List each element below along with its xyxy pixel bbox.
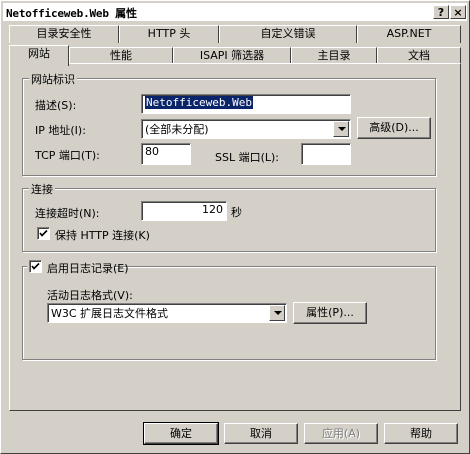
keepalive-label: 保持 HTTP 连接(K) <box>55 229 150 242</box>
description-input[interactable]: Netofficeweb.Web <box>141 94 351 114</box>
advanced-button[interactable]: 高级(D)... <box>357 117 431 139</box>
close-icon[interactable]: × <box>450 5 466 19</box>
help-button[interactable]: 帮助 <box>384 423 458 444</box>
log-format-dropdown[interactable]: W3C 扩展日志文件格式 <box>47 303 287 323</box>
title-bar[interactable]: Netofficeweb.Web 属性 ? × <box>3 3 467 21</box>
tab-website[interactable]: 网站 <box>9 45 69 66</box>
enable-logging-label: 启用日志记录(E) <box>47 262 129 275</box>
log-properties-button[interactable]: 属性(P)... <box>293 302 367 324</box>
connection-legend: 连接 <box>29 181 55 197</box>
tab-custom-errors[interactable]: 自定义错误 <box>219 25 357 43</box>
tab-directory-security[interactable]: 目录安全性 <box>9 25 119 43</box>
ip-address-dropdown[interactable]: (全部未分配) <box>141 119 351 139</box>
site-identification-legend: 网站标识 <box>29 71 77 87</box>
tcp-port-input[interactable]: 80 <box>141 143 191 165</box>
ip-address-label: IP 地址(I): <box>35 124 86 137</box>
keepalive-checkbox[interactable] <box>37 227 50 240</box>
connection-group: 连接 连接超时(N): 120 秒 保持 HTTP 连接(K) <box>22 181 436 252</box>
seconds-unit: 秒 <box>231 206 242 219</box>
ssl-port-input[interactable] <box>301 143 351 165</box>
cancel-button[interactable]: 取消 <box>224 423 298 444</box>
ssl-port-label: SSL 端口(L): <box>215 151 280 164</box>
window-title: Netofficeweb.Web 属性 <box>6 7 137 20</box>
website-tab-panel: 网站标识 描述(S): Netofficeweb.Web IP 地址(I): (… <box>9 63 461 411</box>
site-identification-group: 网站标识 描述(S): Netofficeweb.Web IP 地址(I): (… <box>22 71 436 176</box>
help-icon[interactable]: ? <box>433 5 449 19</box>
apply-button[interactable]: 应用(A) <box>304 423 378 444</box>
tab-http-headers[interactable]: HTTP 头 <box>119 25 219 43</box>
tab-aspnet[interactable]: ASP.NET <box>357 25 461 43</box>
connection-timeout-label: 连接超时(N): <box>35 207 100 220</box>
chevron-down-icon[interactable] <box>333 121 349 137</box>
log-format-label: 活动日志格式(V): <box>47 289 133 302</box>
ip-address-value: (全部未分配) <box>145 123 209 136</box>
properties-dialog: Netofficeweb.Web 属性 ? × 目录安全性 HTTP 头 自定义… <box>0 0 470 454</box>
chevron-down-icon[interactable] <box>269 305 285 321</box>
tcp-port-label: TCP 端口(T): <box>35 149 100 162</box>
description-label: 描述(S): <box>35 99 77 112</box>
ok-button[interactable]: 确定 <box>143 422 219 445</box>
checkmark-icon <box>39 229 48 237</box>
logging-group: 启用日志记录(E) 活动日志格式(V): W3C 扩展日志文件格式 属性(P).… <box>22 259 436 360</box>
enable-logging-checkbox[interactable] <box>29 260 42 273</box>
connection-timeout-input[interactable]: 120 <box>141 201 227 221</box>
logging-legend: 启用日志记录(E) <box>27 259 129 275</box>
log-format-value: W3C 扩展日志文件格式 <box>51 307 169 320</box>
checkmark-icon <box>31 262 40 270</box>
